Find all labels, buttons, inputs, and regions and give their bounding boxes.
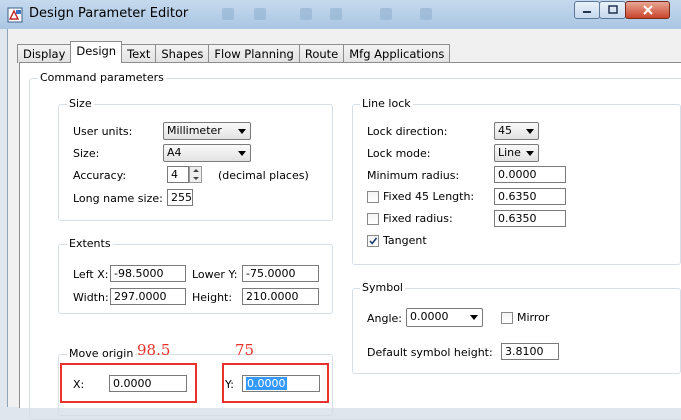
mirror-label: Mirror (517, 311, 550, 324)
chevron-down-icon (238, 129, 246, 134)
annotation-x-note: 98.5 (137, 341, 171, 359)
long-name-size-label: Long name size: (73, 192, 163, 205)
user-units-value: Millimeter (167, 124, 222, 137)
left-x-input[interactable]: -98.5000 (110, 265, 186, 282)
tab-route[interactable]: Route (298, 44, 345, 63)
fixed-45-length-input[interactable]: 0.6350 (494, 188, 566, 205)
lock-direction-value: 45 (498, 124, 512, 137)
user-units-label: User units: (73, 125, 133, 138)
chevron-down-icon (238, 151, 246, 156)
annotation-y-note: 75 (235, 341, 255, 359)
chevron-down-icon (526, 129, 534, 134)
tab-mfg-applications[interactable]: Mfg Applications (343, 44, 451, 63)
chevron-down-icon (526, 151, 534, 156)
angle-value: 0.0000 (410, 310, 449, 323)
default-symbol-height-label: Default symbol height: (367, 346, 493, 359)
height-label: Height: (192, 291, 233, 304)
toolbar-ghost-icon (330, 8, 342, 20)
toolbar-ghost-icon (380, 8, 392, 20)
tab-display[interactable]: Display (17, 44, 72, 63)
fixed-radius-label: Fixed radius: (383, 212, 453, 225)
close-button[interactable] (625, 1, 670, 19)
extents-label: Extents (67, 237, 113, 250)
spin-down-icon[interactable] (193, 177, 199, 180)
toolbar-ghost-icon (254, 8, 266, 20)
mirror-checkbox[interactable] (501, 312, 513, 324)
app-icon (7, 7, 23, 23)
size-value: A4 (167, 146, 182, 159)
tab-shapes[interactable]: Shapes (155, 44, 210, 63)
maximize-icon (607, 5, 618, 14)
origin-x-label: X: (73, 378, 85, 391)
fixed-45-length-label: Fixed 45 Length: (383, 190, 475, 203)
angle-label: Angle: (367, 312, 403, 325)
symbol-label: Symbol (360, 281, 405, 294)
close-icon (642, 5, 653, 15)
lower-y-label: Lower Y: (192, 268, 238, 281)
origin-y-input[interactable]: 0.0000 (242, 375, 320, 392)
command-parameters-label: Command parameters (38, 71, 166, 84)
lock-mode-label: Lock mode: (367, 147, 431, 160)
spin-up-icon[interactable] (193, 169, 199, 172)
default-symbol-height-input[interactable]: 3.8100 (501, 343, 559, 360)
maximize-button[interactable] (599, 1, 626, 19)
fixed-radius-checkbox[interactable] (367, 213, 379, 225)
min-radius-label: Minimum radius: (367, 169, 460, 182)
move-origin-label: Move origin (67, 347, 136, 360)
toolbar-ghost-icon (222, 8, 234, 20)
line-lock-label: Line lock (360, 97, 413, 110)
accuracy-label: Accuracy: (73, 169, 127, 182)
fixed-45-length-checkbox[interactable] (367, 191, 379, 203)
toolbar-ghost-icon (420, 8, 432, 20)
size-dropdown[interactable]: A4 (163, 144, 251, 162)
title-bar: Design Parameter Editor (0, 0, 681, 29)
symbol-group (352, 288, 681, 374)
user-units-dropdown[interactable]: Millimeter (163, 122, 251, 140)
lock-direction-label: Lock direction: (367, 125, 448, 138)
chevron-down-icon (470, 315, 478, 320)
tab-flow-planning[interactable]: Flow Planning (208, 44, 300, 63)
size-label: Size (67, 97, 94, 110)
checkmark-icon (369, 237, 378, 245)
design-tab-page: Command parameters Size User units: Mill… (19, 62, 681, 420)
tangent-label: Tangent (383, 234, 427, 247)
tab-design[interactable]: Design (70, 41, 123, 63)
size-field-label: Size: (73, 147, 100, 160)
lock-mode-dropdown[interactable]: Line (494, 144, 539, 162)
fixed-radius-input[interactable]: 0.6350 (494, 210, 566, 227)
tangent-checkbox[interactable] (367, 235, 379, 247)
minimize-button[interactable] (574, 1, 600, 19)
minimize-icon (583, 11, 591, 13)
min-radius-input[interactable]: 0.0000 (494, 166, 566, 183)
long-name-size-input[interactable]: 255 (167, 189, 193, 206)
angle-combobox[interactable]: 0.0000 (406, 308, 483, 327)
left-x-label: Left X: (73, 268, 109, 281)
width-input[interactable]: 297.0000 (110, 288, 186, 305)
tab-text[interactable]: Text (121, 44, 157, 63)
toolbar-ghost-icon (300, 8, 312, 20)
origin-y-selected-text: 0.0000 (246, 377, 287, 390)
accuracy-input[interactable]: 4 (167, 166, 189, 183)
lock-direction-dropdown[interactable]: 45 (494, 122, 539, 140)
lower-y-input[interactable]: -75.0000 (242, 265, 319, 282)
origin-x-input[interactable]: 0.0000 (109, 375, 187, 392)
height-input[interactable]: 210.0000 (242, 288, 319, 305)
origin-y-label: Y: (225, 378, 234, 391)
window-title: Design Parameter Editor (29, 6, 189, 21)
accuracy-stepper[interactable] (189, 166, 202, 183)
width-label: Width: (73, 291, 109, 304)
tab-strip: Display Design Text Shapes Flow Planning… (17, 41, 451, 63)
accuracy-hint: (decimal places) (218, 169, 309, 182)
lock-mode-value: Line (498, 146, 521, 159)
